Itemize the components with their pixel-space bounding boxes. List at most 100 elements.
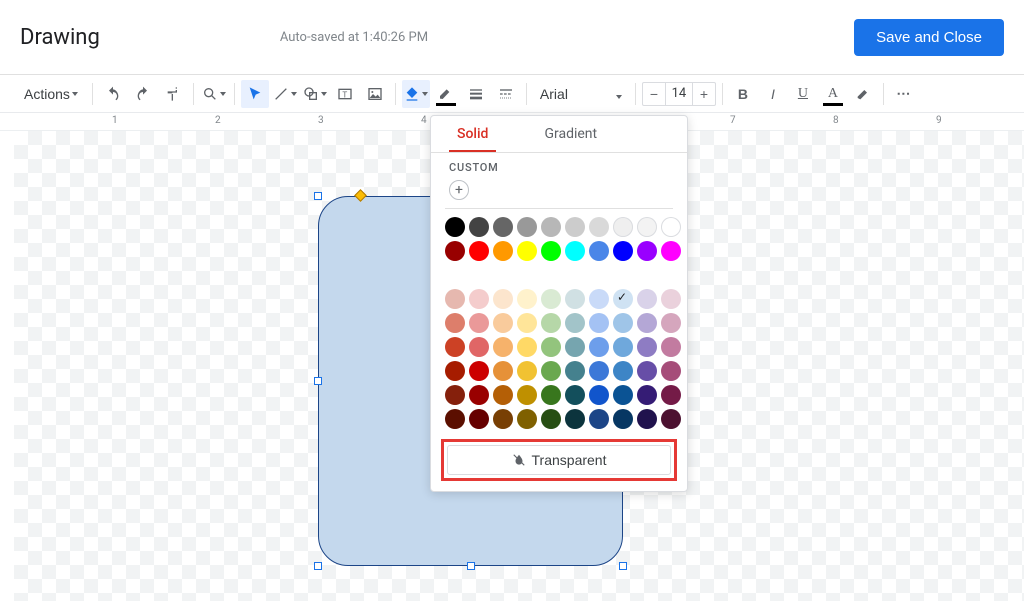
color-swatch[interactable]: [565, 361, 585, 381]
color-swatch[interactable]: [469, 385, 489, 405]
resize-handle-lm[interactable]: [314, 377, 322, 385]
color-swatch[interactable]: [589, 337, 609, 357]
color-swatch[interactable]: [445, 241, 465, 261]
color-swatch[interactable]: [517, 361, 537, 381]
color-swatch[interactable]: [469, 337, 489, 357]
color-swatch[interactable]: [517, 289, 537, 309]
color-swatch[interactable]: [565, 337, 585, 357]
color-swatch[interactable]: [613, 361, 633, 381]
tab-solid[interactable]: Solid: [449, 116, 496, 152]
redo-button[interactable]: [129, 80, 157, 108]
color-swatch[interactable]: [589, 313, 609, 333]
color-swatch[interactable]: [445, 289, 465, 309]
save-and-close-button[interactable]: Save and Close: [854, 19, 1004, 56]
paint-format-button[interactable]: [159, 80, 187, 108]
resize-handle-bl[interactable]: [314, 562, 322, 570]
fill-color-button[interactable]: [402, 80, 430, 108]
color-swatch[interactable]: [445, 361, 465, 381]
color-swatch[interactable]: [661, 337, 681, 357]
underline-button[interactable]: U: [789, 80, 817, 108]
color-swatch[interactable]: [541, 289, 561, 309]
undo-button[interactable]: [99, 80, 127, 108]
color-swatch[interactable]: [493, 289, 513, 309]
color-swatch[interactable]: [589, 289, 609, 309]
color-swatch[interactable]: [541, 361, 561, 381]
color-swatch[interactable]: [589, 361, 609, 381]
resize-handle-tl[interactable]: [314, 192, 322, 200]
color-swatch[interactable]: [517, 385, 537, 405]
shape-tool-button[interactable]: [301, 80, 329, 108]
color-swatch[interactable]: [637, 289, 657, 309]
color-swatch[interactable]: [565, 313, 585, 333]
color-swatch[interactable]: [517, 409, 537, 429]
border-color-button[interactable]: [432, 80, 460, 108]
image-tool-button[interactable]: [361, 80, 389, 108]
color-swatch[interactable]: [517, 337, 537, 357]
border-dash-button[interactable]: [492, 80, 520, 108]
add-custom-color-button[interactable]: +: [449, 180, 469, 200]
color-swatch[interactable]: [661, 409, 681, 429]
color-swatch[interactable]: [541, 241, 561, 261]
color-swatch[interactable]: [517, 217, 537, 237]
italic-button[interactable]: I: [759, 80, 787, 108]
color-swatch[interactable]: [613, 313, 633, 333]
color-swatch[interactable]: [469, 409, 489, 429]
bold-button[interactable]: B: [729, 80, 757, 108]
color-swatch[interactable]: [589, 385, 609, 405]
color-swatch[interactable]: [613, 337, 633, 357]
color-swatch[interactable]: [661, 217, 681, 237]
color-swatch[interactable]: [445, 313, 465, 333]
color-swatch[interactable]: [493, 409, 513, 429]
color-swatch[interactable]: [565, 241, 585, 261]
color-swatch[interactable]: [661, 385, 681, 405]
color-swatch[interactable]: [445, 409, 465, 429]
color-swatch[interactable]: [637, 217, 657, 237]
color-swatch[interactable]: [493, 313, 513, 333]
color-swatch[interactable]: [661, 289, 681, 309]
actions-menu-button[interactable]: Actions: [16, 80, 86, 108]
color-swatch[interactable]: [613, 241, 633, 261]
color-swatch[interactable]: [541, 313, 561, 333]
color-swatch[interactable]: [637, 337, 657, 357]
color-swatch[interactable]: [565, 217, 585, 237]
font-size-input[interactable]: 14: [665, 83, 693, 105]
color-swatch[interactable]: [613, 409, 633, 429]
color-swatch[interactable]: [613, 385, 633, 405]
color-swatch[interactable]: [661, 241, 681, 261]
color-swatch[interactable]: [469, 313, 489, 333]
color-swatch[interactable]: [493, 385, 513, 405]
color-swatch[interactable]: [493, 217, 513, 237]
color-swatch[interactable]: [637, 241, 657, 261]
color-swatch[interactable]: [589, 409, 609, 429]
color-swatch[interactable]: [637, 361, 657, 381]
color-swatch[interactable]: [469, 361, 489, 381]
tab-gradient[interactable]: Gradient: [536, 116, 605, 152]
resize-handle-br[interactable]: [619, 562, 627, 570]
color-swatch[interactable]: [613, 289, 633, 309]
color-swatch[interactable]: [637, 409, 657, 429]
color-swatch[interactable]: [589, 217, 609, 237]
color-swatch[interactable]: [565, 409, 585, 429]
transparent-fill-button[interactable]: Transparent: [447, 445, 671, 475]
highlight-color-button[interactable]: [849, 80, 877, 108]
color-swatch[interactable]: [661, 361, 681, 381]
color-swatch[interactable]: [661, 313, 681, 333]
font-size-decrease-button[interactable]: −: [643, 83, 665, 105]
resize-handle-bm[interactable]: [467, 562, 475, 570]
zoom-button[interactable]: [200, 80, 228, 108]
font-family-select[interactable]: Arial: [533, 80, 629, 108]
border-weight-button[interactable]: [462, 80, 490, 108]
color-swatch[interactable]: [541, 385, 561, 405]
color-swatch[interactable]: [517, 313, 537, 333]
color-swatch[interactable]: [637, 313, 657, 333]
color-swatch[interactable]: [565, 289, 585, 309]
color-swatch[interactable]: [493, 337, 513, 357]
color-swatch[interactable]: [637, 385, 657, 405]
color-swatch[interactable]: [541, 337, 561, 357]
color-swatch[interactable]: [493, 241, 513, 261]
select-tool-button[interactable]: [241, 80, 269, 108]
color-swatch[interactable]: [589, 241, 609, 261]
textbox-tool-button[interactable]: T: [331, 80, 359, 108]
color-swatch[interactable]: [541, 409, 561, 429]
text-color-button[interactable]: A: [819, 80, 847, 108]
